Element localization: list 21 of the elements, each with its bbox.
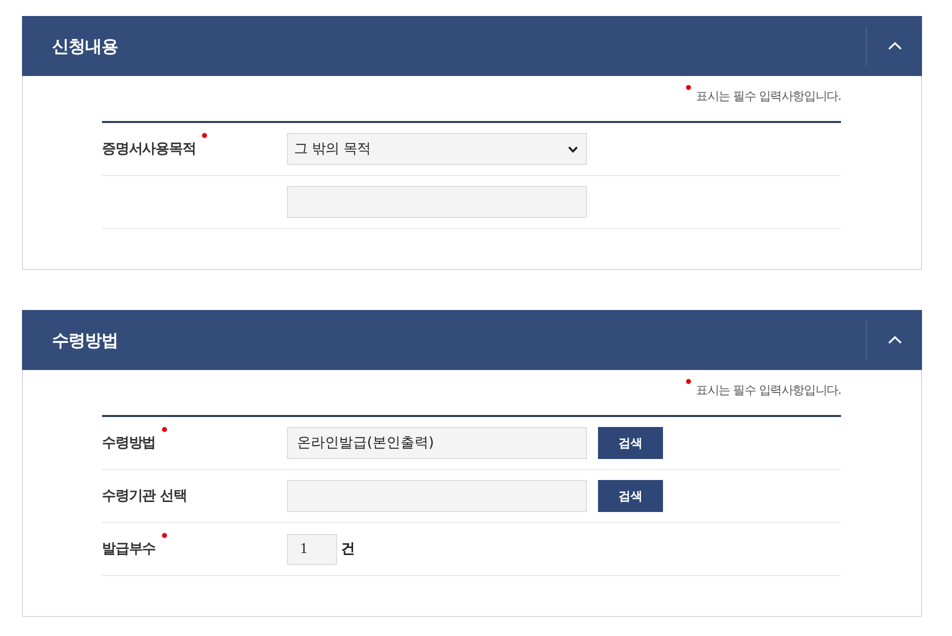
chevron-down-icon (568, 146, 578, 152)
section-title: 신청내용 (51, 36, 118, 58)
input-field[interactable] (287, 480, 587, 512)
field-label: 발급부수 (102, 540, 156, 558)
purpose-dropdown[interactable]: 그 밖의 목적 (287, 133, 587, 165)
chevron-up-icon (888, 42, 902, 50)
chevron-up-icon (888, 336, 902, 344)
search-button[interactable]: 검색 (598, 480, 663, 512)
count-field[interactable]: 1 (287, 534, 337, 564)
section-title: 수령방법 (51, 330, 118, 352)
search-button[interactable]: 검색 (598, 427, 663, 459)
input-field[interactable] (287, 186, 587, 218)
input-field[interactable]: 온라인발급(본인출력) (287, 427, 587, 459)
required-note: 표시는 필수 입력사항입니다. (696, 382, 841, 398)
required-dot-icon (686, 85, 692, 90)
field-label: 증명서사용목적 (102, 140, 196, 158)
required-dot-icon (686, 379, 692, 384)
required-note: 표시는 필수 입력사항입니다. (696, 88, 841, 104)
field-label: 수령방법 (102, 434, 156, 452)
unit-label: 건 (341, 540, 355, 558)
field-label: 수령기관 선택 (102, 487, 187, 505)
